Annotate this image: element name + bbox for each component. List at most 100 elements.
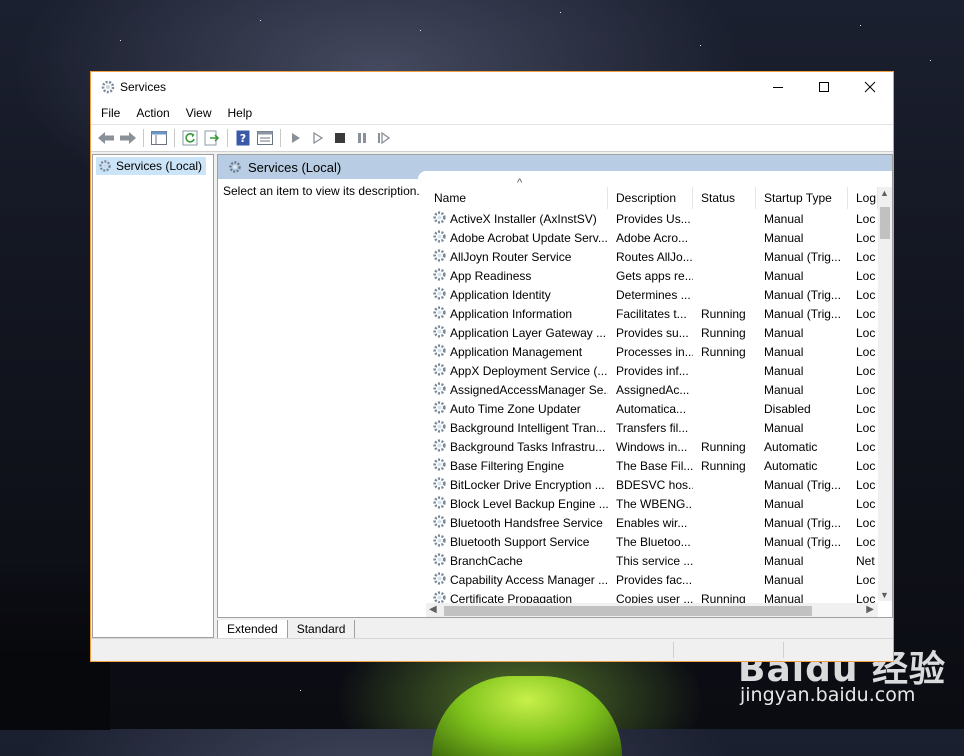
service-startup-type: Manual — [764, 420, 804, 435]
show-hide-console-tree-button[interactable] — [148, 127, 170, 149]
column-header-log-on-as[interactable]: Log — [848, 187, 878, 209]
export-list-icon — [204, 130, 220, 146]
toolbar-separator — [280, 129, 281, 147]
service-startup-type: Manual — [764, 572, 804, 587]
service-row[interactable]: Application Identity Determines ... Manual… — [426, 285, 878, 304]
play-outline-icon — [313, 132, 323, 144]
service-name: AssignedAccessManager Se... — [450, 382, 608, 397]
service-row[interactable]: BranchCache This service ... Manual Net — [426, 551, 878, 570]
service-startup-type: Manual (Trig... — [764, 477, 841, 492]
service-row[interactable]: Bluetooth Support Service The Bluetoo... M… — [426, 532, 878, 551]
service-name: App Readiness — [450, 268, 532, 283]
service-row[interactable]: ActiveX Installer (AxInstSV) Provides Us.… — [426, 209, 878, 228]
menu-file[interactable]: File — [93, 102, 128, 124]
vertical-scrollbar[interactable]: ▲ ▼ — [878, 187, 892, 601]
service-log-on-as: Loc — [856, 439, 876, 454]
restart-service-button[interactable] — [373, 127, 395, 149]
service-row[interactable]: Capability Access Manager ... Provides fa… — [426, 570, 878, 589]
service-name-cell: ActiveX Installer (AxInstSV) — [426, 210, 608, 228]
service-description: The Bluetoo... — [616, 534, 691, 549]
forward-button[interactable] — [117, 127, 139, 149]
service-log-on-as: Loc — [856, 420, 876, 435]
service-row[interactable]: AssignedAccessManager Se... AssignedAc...… — [426, 380, 878, 399]
service-row[interactable]: AppX Deployment Service (... Provides inf… — [426, 361, 878, 380]
detail-pane: Services (Local) Select an item to view … — [217, 154, 893, 618]
refresh-button[interactable] — [179, 127, 201, 149]
services-list: ^ Name Description Status Startup Type L… — [426, 177, 892, 617]
column-header-description[interactable]: Description — [608, 187, 693, 209]
service-row[interactable]: Background Intelligent Tran... Transfers … — [426, 418, 878, 437]
service-log-on-as: Loc — [856, 401, 876, 416]
properties-view-icon — [257, 131, 273, 145]
service-status: Running — [701, 458, 746, 473]
close-button[interactable] — [847, 72, 893, 102]
service-startup-type: Manual — [764, 325, 804, 340]
export-list-button[interactable] — [201, 127, 223, 149]
start-service-button[interactable] — [285, 127, 307, 149]
service-name: Application Information — [450, 306, 573, 321]
service-row[interactable]: AllJoyn Router Service Routes AllJo... Man… — [426, 247, 878, 266]
service-name: Application Layer Gateway ... — [450, 325, 607, 340]
back-button[interactable] — [95, 127, 117, 149]
services-gear-icon — [100, 79, 116, 95]
start-service-alt-button[interactable] — [307, 127, 329, 149]
service-gear-icon — [432, 457, 447, 475]
service-gear-icon — [432, 267, 447, 285]
service-row[interactable]: BitLocker Drive Encryption ... BDESVC hos… — [426, 475, 878, 494]
service-description: Automatica... — [616, 401, 687, 416]
tab-standard[interactable]: Standard — [286, 620, 356, 639]
forward-arrow-icon — [120, 132, 136, 144]
service-status: Running — [701, 306, 746, 321]
services-window: Services File Action View Help ? Service… — [90, 71, 894, 662]
tab-extended[interactable]: Extended — [217, 620, 288, 639]
service-startup-type: Disabled — [764, 401, 811, 416]
service-row[interactable]: Block Level Backup Engine ... The WBENG..… — [426, 494, 878, 513]
properties-view-button[interactable] — [254, 127, 276, 149]
service-row[interactable]: Application Management Processes in... Run… — [426, 342, 878, 361]
description-pane: Select an item to view its description. — [223, 184, 420, 198]
service-gear-icon — [432, 438, 447, 456]
scroll-down-icon[interactable]: ▼ — [880, 590, 889, 600]
service-name: Background Tasks Infrastru... — [450, 439, 606, 454]
service-log-on-as: Loc — [856, 211, 876, 226]
pause-service-button[interactable] — [351, 127, 373, 149]
service-row[interactable]: Base Filtering Engine The Base Fil... Runn… — [426, 456, 878, 475]
service-name: Application Identity — [450, 287, 551, 302]
minimize-button[interactable] — [755, 72, 801, 102]
service-gear-icon — [432, 419, 447, 437]
service-row[interactable]: App Readiness Gets apps re... Manual Loc — [426, 266, 878, 285]
scroll-right-icon[interactable]: ▶ — [866, 604, 874, 615]
stop-service-button[interactable] — [329, 127, 351, 149]
service-name-cell: Background Intelligent Tran... — [426, 419, 608, 437]
maximize-icon — [819, 82, 829, 92]
tree-item-label: Services (Local) — [116, 159, 203, 173]
service-startup-type: Manual (Trig... — [764, 287, 841, 302]
horizontal-scroll-thumb[interactable] — [444, 606, 812, 616]
close-icon — [864, 81, 876, 93]
help-button[interactable]: ? — [232, 127, 254, 149]
scroll-up-icon[interactable]: ▲ — [880, 188, 889, 198]
baidu-watermark-url: jingyan.baidu.com — [740, 684, 916, 706]
column-header-startup-type[interactable]: Startup Type — [756, 187, 848, 209]
column-header-status[interactable]: Status — [693, 187, 756, 209]
service-row[interactable]: Adobe Acrobat Update Serv... Adobe Acro..… — [426, 228, 878, 247]
service-startup-type: Automatic — [764, 458, 818, 473]
title-bar[interactable]: Services — [91, 72, 893, 102]
menu-help[interactable]: Help — [220, 102, 261, 124]
service-row[interactable]: Application Layer Gateway ... Provides su… — [426, 323, 878, 342]
tree-item-services-local[interactable]: Services (Local) — [96, 157, 207, 175]
column-header-name[interactable]: Name — [426, 187, 608, 209]
service-description: Determines ... — [616, 287, 691, 302]
vertical-scroll-thumb[interactable] — [880, 207, 890, 239]
service-row[interactable]: Application Information Facilitates t... R… — [426, 304, 878, 323]
service-row[interactable]: Background Tasks Infrastru... Windows in.… — [426, 437, 878, 456]
horizontal-scrollbar[interactable]: ◀ ▶ — [426, 603, 878, 617]
service-log-on-as: Loc — [856, 268, 876, 283]
maximize-button[interactable] — [801, 72, 847, 102]
menu-action[interactable]: Action — [128, 102, 177, 124]
scroll-left-icon[interactable]: ◀ — [429, 604, 437, 615]
menu-view[interactable]: View — [178, 102, 220, 124]
services-gear-icon — [229, 161, 241, 173]
service-row[interactable]: Bluetooth Handsfree Service Enables wir..… — [426, 513, 878, 532]
service-row[interactable]: Auto Time Zone Updater Automatica... Disab… — [426, 399, 878, 418]
